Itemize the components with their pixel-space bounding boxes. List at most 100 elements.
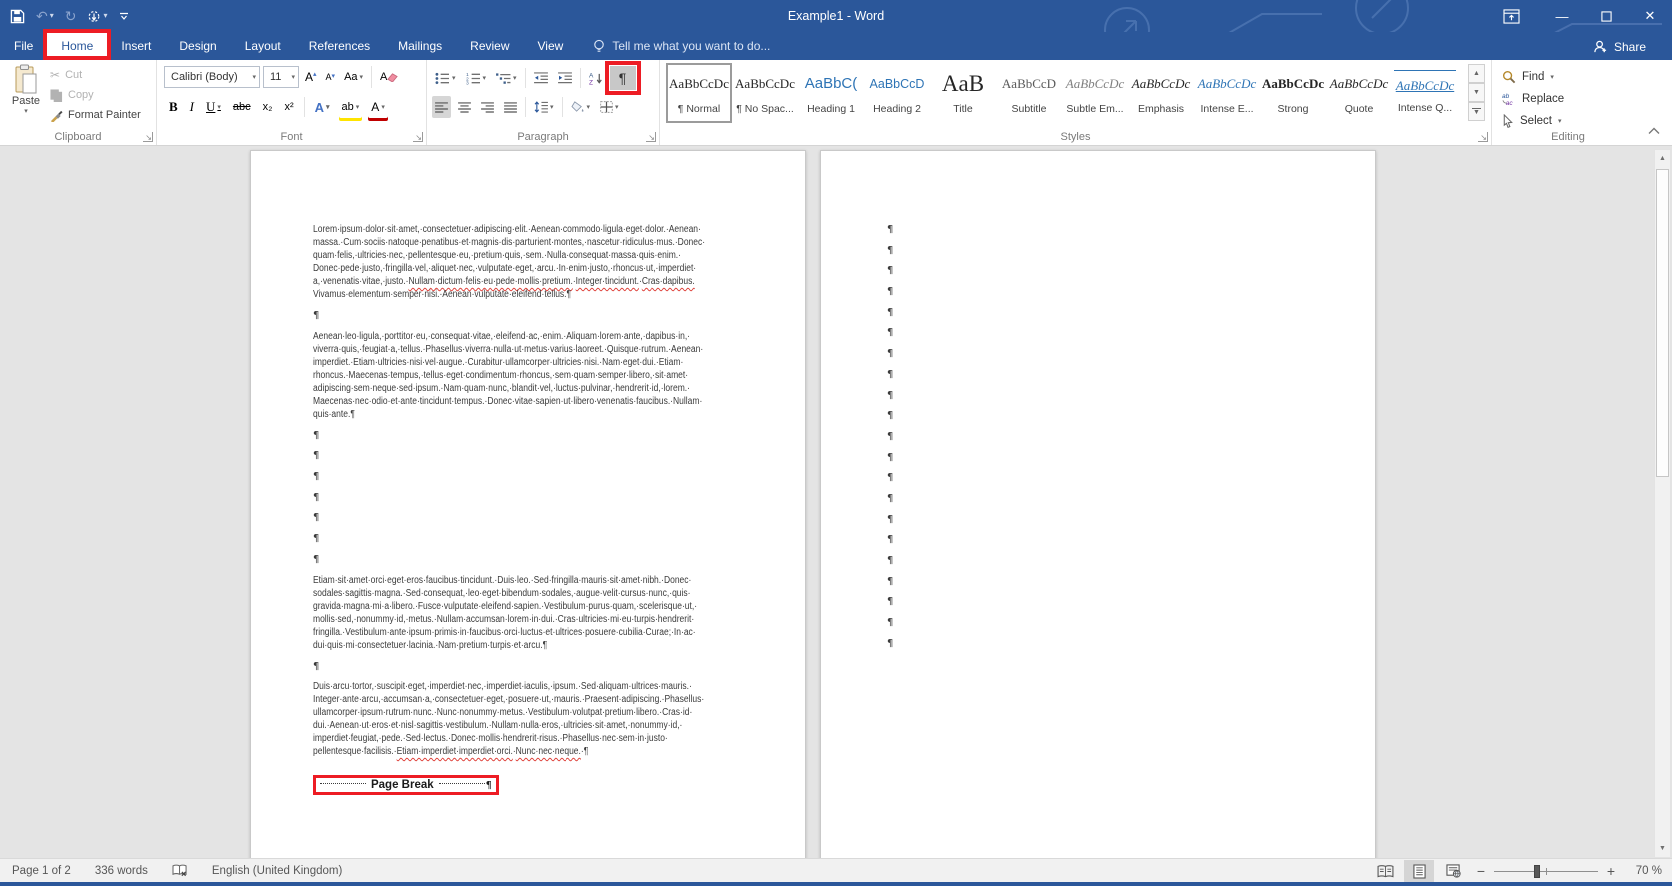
close-button[interactable]: ✕ <box>1628 0 1672 32</box>
tab-references[interactable]: References <box>295 32 384 60</box>
decrease-indent-button[interactable] <box>531 67 551 89</box>
replace-button[interactable]: abac Replace <box>1492 89 1564 109</box>
document-page-1[interactable]: Lorem·ipsum·dolor·sit·amet,·consectetuer… <box>250 150 806 858</box>
zoom-slider-thumb[interactable] <box>1534 865 1540 878</box>
sort-button[interactable]: AZ <box>586 67 606 89</box>
strikethrough-button[interactable]: abc <box>230 96 254 118</box>
subscript-button[interactable]: x₂ <box>260 96 276 118</box>
text-effects-button[interactable]: A <box>312 96 333 118</box>
maximize-button[interactable] <box>1584 0 1628 32</box>
empty-paragraph-mark: ¶ <box>887 616 1375 637</box>
print-layout-button[interactable] <box>1404 860 1434 882</box>
web-layout-button[interactable] <box>1438 860 1468 882</box>
save-icon[interactable] <box>10 9 25 24</box>
font-dialog-launcher-icon[interactable]: ↘ <box>413 132 423 142</box>
scrollbar-thumb[interactable] <box>1656 169 1669 477</box>
read-mode-button[interactable] <box>1370 860 1400 882</box>
style-intense-q[interactable]: AaBbCcDcIntense Q... <box>1392 63 1458 123</box>
multilevel-list-button[interactable] <box>493 67 520 89</box>
shrink-font-button[interactable]: A <box>323 66 339 88</box>
clear-formatting-button[interactable]: A <box>377 66 401 88</box>
tab-design[interactable]: Design <box>165 32 230 60</box>
style-emphasis[interactable]: AaBbCcDcEmphasis <box>1128 63 1194 123</box>
borders-button[interactable] <box>597 96 622 118</box>
find-button[interactable]: Find ▾ <box>1492 67 1554 87</box>
zoom-in-button[interactable]: + <box>1602 863 1620 879</box>
bullets-button[interactable] <box>432 67 459 89</box>
zoom-slider[interactable] <box>1494 860 1598 882</box>
share-button[interactable]: Share <box>1585 35 1654 59</box>
align-center-button[interactable] <box>455 96 474 118</box>
align-left-icon <box>435 102 448 113</box>
tab-review[interactable]: Review <box>456 32 523 60</box>
style-strong[interactable]: AaBbCcDcStrong <box>1260 63 1326 123</box>
style-subtitle[interactable]: AaBbCcDSubtitle <box>996 63 1062 123</box>
tab-view[interactable]: View <box>524 32 578 60</box>
scroll-down-icon[interactable]: ▼ <box>1655 840 1670 857</box>
tab-layout[interactable]: Layout <box>231 32 295 60</box>
style-quote[interactable]: AaBbCcDcQuote <box>1326 63 1392 123</box>
proofing-status[interactable] <box>160 859 200 883</box>
page-indicator[interactable]: Page 1 of 2 <box>0 859 83 883</box>
grow-font-button[interactable]: A <box>302 66 320 88</box>
increase-indent-button[interactable] <box>555 67 575 89</box>
style-no-spac[interactable]: AaBbCcDc¶ No Spac... <box>732 63 798 123</box>
paste-dropdown-icon[interactable]: ▾ <box>24 107 28 115</box>
tab-home[interactable]: Home <box>47 32 107 60</box>
scroll-up-icon[interactable]: ▲ <box>1655 150 1670 167</box>
styles-dialog-launcher-icon[interactable]: ↘ <box>1478 132 1488 142</box>
customize-qat-icon[interactable] <box>119 11 129 21</box>
superscript-button[interactable]: x² <box>281 96 296 118</box>
word-count[interactable]: 336 words <box>83 859 160 883</box>
numbering-icon: 123 <box>466 72 481 85</box>
styles-scroll-up-icon[interactable]: ▲ <box>1468 64 1485 83</box>
tab-insert[interactable]: Insert <box>107 32 165 60</box>
style-heading-2[interactable]: AaBbCcDHeading 2 <box>864 63 930 123</box>
word-window: ↶▾ ↻ ▾ Example1 - Word — ✕ FileHomeInser… <box>0 0 1672 886</box>
bold-button[interactable]: B <box>166 96 181 118</box>
justify-button[interactable] <box>501 96 520 118</box>
zoom-level[interactable]: 70 % <box>1624 865 1662 877</box>
style-label: Subtitle <box>998 103 1060 115</box>
paste-button[interactable]: Paste ▾ <box>6 64 46 126</box>
shading-button[interactable] <box>568 96 594 118</box>
tell-me-box[interactable]: Tell me what you want to do... <box>593 32 770 60</box>
collapse-ribbon-icon[interactable] <box>1648 122 1660 140</box>
zoom-out-button[interactable]: − <box>1472 863 1490 879</box>
document-page-2[interactable]: ¶¶¶¶¶¶¶¶¶¶¶¶¶¶¶¶¶¶¶¶¶ <box>820 150 1376 858</box>
minimize-button[interactable]: — <box>1540 0 1584 32</box>
language-indicator[interactable]: English (United Kingdom) <box>200 859 354 883</box>
touch-mouse-mode-icon[interactable]: ▾ <box>87 9 107 24</box>
paragraph-dialog-launcher-icon[interactable]: ↘ <box>646 132 656 142</box>
numbering-button[interactable]: 123 <box>463 67 490 89</box>
format-painter-button[interactable]: Format Painter <box>50 105 141 125</box>
font-color-button[interactable]: A <box>368 96 388 118</box>
tab-mailings[interactable]: Mailings <box>384 32 456 60</box>
align-left-button[interactable] <box>432 96 451 118</box>
line-spacing-button[interactable] <box>531 96 557 118</box>
touch-mode-dropdown-icon[interactable]: ▾ <box>103 12 107 20</box>
clipboard-dialog-launcher-icon[interactable]: ↘ <box>143 132 153 142</box>
tab-file[interactable]: File <box>0 32 47 60</box>
style-title[interactable]: AaBTitle <box>930 63 996 123</box>
style-heading-1[interactable]: AaBbC(Heading 1 <box>798 63 864 123</box>
align-right-button[interactable] <box>478 96 497 118</box>
select-button[interactable]: Select ▾ <box>1492 111 1561 131</box>
italic-button[interactable]: I <box>187 96 197 118</box>
text-highlight-button[interactable]: ab <box>339 96 363 118</box>
ribbon-display-options-icon[interactable] <box>1496 0 1526 32</box>
vertical-scrollbar[interactable]: ▲ ▼ <box>1654 149 1671 858</box>
change-case-button[interactable]: Aa <box>341 66 366 88</box>
styles-more-icon[interactable]: ▼ <box>1468 102 1485 121</box>
find-dropdown-icon[interactable]: ▾ <box>1550 73 1554 81</box>
svg-text:Z: Z <box>589 79 593 84</box>
style-subtle-em[interactable]: AaBbCcDcSubtle Em... <box>1062 63 1128 123</box>
select-dropdown-icon[interactable]: ▾ <box>1558 117 1562 125</box>
style-normal[interactable]: AaBbCcDc¶ Normal <box>666 63 732 123</box>
show-hide-formatting-button[interactable]: ¶ <box>610 66 636 90</box>
styles-scroll-down-icon[interactable]: ▼ <box>1468 83 1485 102</box>
font-size-combobox[interactable]: 11 <box>263 66 299 88</box>
font-family-combobox[interactable]: Calibri (Body) <box>164 66 260 88</box>
style-intense-e[interactable]: AaBbCcDcIntense E... <box>1194 63 1260 123</box>
underline-button[interactable]: U <box>203 96 224 118</box>
